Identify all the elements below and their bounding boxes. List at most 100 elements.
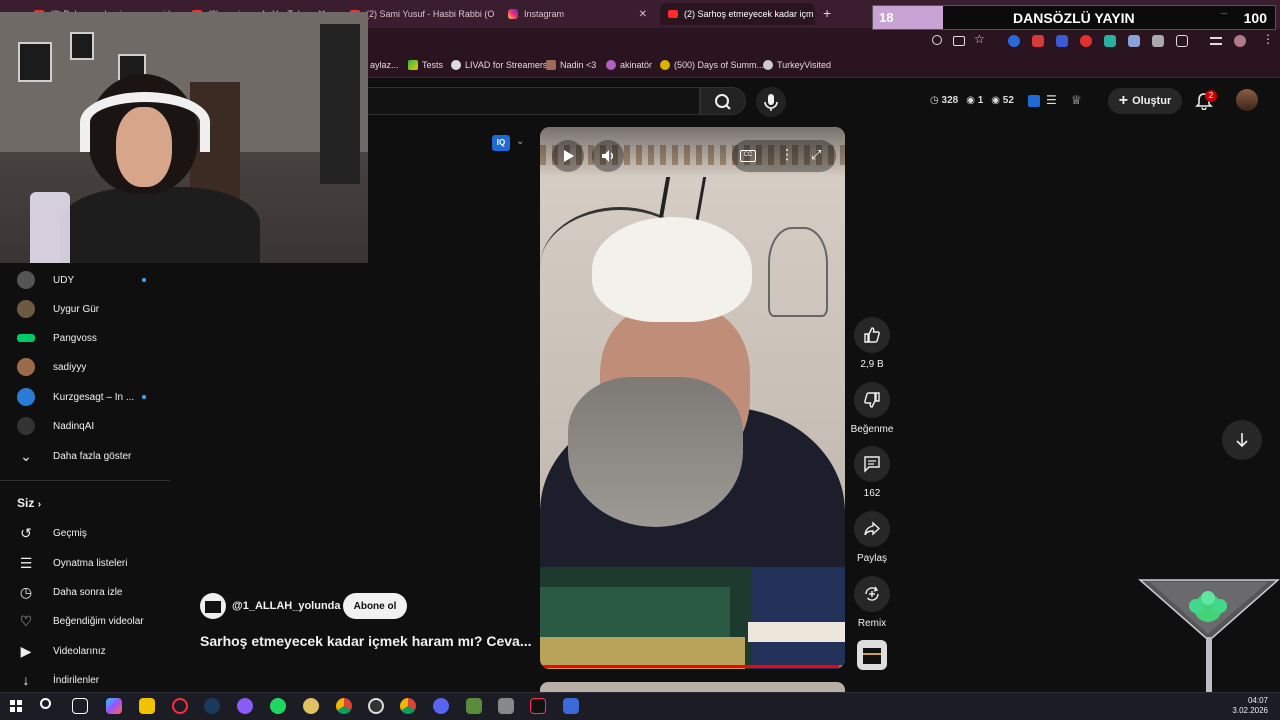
extension-icon[interactable]	[1032, 35, 1044, 47]
subscription-item[interactable]: Kurzgesagt – In ...	[0, 383, 170, 411]
show-more-button[interactable]: ⌄ Daha fazla göster	[0, 442, 170, 470]
iq-extension-badge[interactable]: IQ	[492, 135, 510, 151]
subscription-item[interactable]: UDY	[0, 266, 170, 294]
share-button[interactable]	[854, 511, 890, 547]
reading-list-icon[interactable]	[1210, 37, 1222, 45]
windows-start-icon[interactable]	[10, 700, 22, 712]
iq-badge-icon[interactable]	[1028, 95, 1040, 107]
like-button[interactable]	[854, 317, 890, 353]
subscription-item[interactable]: Uygur Gür	[0, 295, 170, 323]
app-icon[interactable]	[433, 698, 449, 714]
sidebar-item-liked-videos[interactable]: ♡ Beğendiğim videolar	[0, 607, 170, 635]
video-progress-bar[interactable]	[540, 665, 845, 668]
bookmark-item[interactable]: Tests	[408, 60, 443, 70]
app-icon[interactable]	[498, 698, 514, 714]
chevron-down-icon[interactable]: ⌄	[516, 136, 524, 147]
channel-avatar	[17, 334, 35, 342]
captions-button[interactable]: CC	[740, 150, 756, 162]
more-options-icon[interactable]: ⋮	[780, 146, 794, 163]
extension-icon[interactable]	[1104, 35, 1116, 47]
extension-icon[interactable]	[1128, 35, 1140, 47]
zoom-icon[interactable]	[932, 35, 942, 45]
comments-button[interactable]	[854, 446, 890, 482]
search-button[interactable]	[700, 87, 746, 115]
live-indicator-dot	[142, 278, 146, 282]
taskbar-search-icon[interactable]	[40, 698, 51, 709]
copilot-icon[interactable]	[106, 698, 122, 714]
volume-button[interactable]	[592, 140, 624, 172]
bookmark-item[interactable]: Nadin <3	[546, 60, 596, 70]
extension-icon[interactable]	[1008, 35, 1020, 47]
account-avatar[interactable]	[1236, 89, 1258, 111]
chrome-icon[interactable]	[400, 698, 416, 714]
app-icon[interactable]	[466, 698, 482, 714]
create-button[interactable]: + Oluştur	[1108, 88, 1182, 114]
next-short-preview[interactable]	[540, 682, 845, 692]
share-action[interactable]: Paylaş	[852, 511, 892, 564]
dislike-label: Beğenme	[850, 424, 894, 435]
play-button[interactable]	[552, 140, 584, 172]
sidebar-item-history[interactable]: ↺ Geçmiş	[0, 519, 170, 547]
extension-icon[interactable]	[1080, 35, 1092, 47]
bookmark-item[interactable]: LIVAD for Streamers	[451, 60, 547, 70]
cast-icon[interactable]	[953, 36, 965, 46]
chrome-icon[interactable]	[336, 698, 352, 714]
search-input[interactable]	[368, 87, 700, 115]
app-icon[interactable]	[237, 698, 253, 714]
app-icon[interactable]	[563, 698, 579, 714]
browser-tab[interactable]: Instagram ✕	[500, 3, 655, 25]
channel-avatar[interactable]	[200, 593, 226, 619]
file-explorer-icon[interactable]	[139, 698, 155, 714]
extensions-puzzle-icon[interactable]	[1176, 35, 1188, 47]
taskbar-clock[interactable]: 04:07 3.02.2026	[1232, 696, 1268, 716]
subscription-item[interactable]: NadinqAI	[0, 412, 170, 440]
bookmark-star-icon[interactable]: ☆	[974, 32, 985, 46]
tab-title: Instagram	[524, 9, 565, 19]
sidebar-item-downloads[interactable]: ↓ İndirilenler	[0, 666, 170, 694]
task-view-icon[interactable]	[72, 698, 88, 714]
close-tab-icon[interactable]: ✕	[639, 9, 647, 20]
shorts-video-player[interactable]: CC ⋮ ⤢	[540, 127, 845, 669]
voice-search-button[interactable]	[756, 87, 786, 117]
remix-button[interactable]	[854, 576, 890, 612]
channel-name[interactable]: @1_ALLAH_yolunda	[232, 600, 341, 612]
bookmark-item[interactable]: akinatör	[606, 60, 652, 70]
history-icon: ↺	[20, 524, 32, 541]
browser-menu-icon[interactable]: ⋮	[1262, 32, 1274, 46]
subscription-item[interactable]: Pangvoss	[0, 324, 170, 352]
sound-thumbnail[interactable]	[857, 640, 887, 670]
obs-icon[interactable]	[368, 698, 384, 714]
extension-icon[interactable]	[1056, 35, 1068, 47]
dislike-action[interactable]: Beğenme	[851, 382, 893, 435]
you-section-heading[interactable]: Siz ›	[17, 496, 41, 510]
subscribe-button[interactable]: Abone ol	[343, 593, 407, 619]
app-icon[interactable]	[303, 698, 319, 714]
opera-icon[interactable]	[172, 698, 188, 714]
channel-avatar	[17, 271, 35, 289]
bookmark-item[interactable]: TurkeyVisited	[763, 60, 831, 70]
sidebar-item-your-videos[interactable]: ▶ Videolarınız	[0, 637, 170, 665]
list-icon[interactable]: ☰	[1046, 93, 1057, 107]
bookmark-item[interactable]: (500) Days of Summ...	[660, 60, 764, 70]
fullscreen-icon[interactable]: ⤢	[811, 147, 821, 163]
next-video-button[interactable]	[1222, 420, 1262, 460]
channel-avatar	[17, 358, 35, 376]
short-title[interactable]: Sarhoş etmeyecek kadar içmek haram mı? C…	[200, 633, 532, 649]
extension-icon[interactable]	[1152, 35, 1164, 47]
like-action[interactable]: 2,9 B	[852, 317, 892, 370]
steam-icon[interactable]	[204, 698, 220, 714]
remix-action[interactable]: Remix	[852, 576, 892, 629]
subscription-item[interactable]: sadiyyy	[0, 353, 170, 381]
sidebar-item-watch-later[interactable]: ◷ Daha sonra izle	[0, 578, 170, 606]
dislike-button[interactable]	[854, 382, 890, 418]
bookmark-item[interactable]: aylaz...	[370, 60, 399, 70]
sidebar-item-playlists[interactable]: ☰ Oynatma listeleri	[0, 549, 170, 577]
comments-action[interactable]: 162	[852, 446, 892, 499]
browser-tab-active[interactable]: (2) Sarhoş etmeyecek kadar içm ✕	[660, 3, 815, 25]
new-tab-icon[interactable]: +	[823, 5, 831, 21]
tiktok-icon[interactable]	[530, 698, 546, 714]
plus-icon: +	[1118, 92, 1129, 109]
profile-avatar-icon[interactable]	[1234, 35, 1246, 47]
spotify-icon[interactable]	[270, 698, 286, 714]
trophy-icon[interactable]: ♕	[1071, 93, 1082, 107]
